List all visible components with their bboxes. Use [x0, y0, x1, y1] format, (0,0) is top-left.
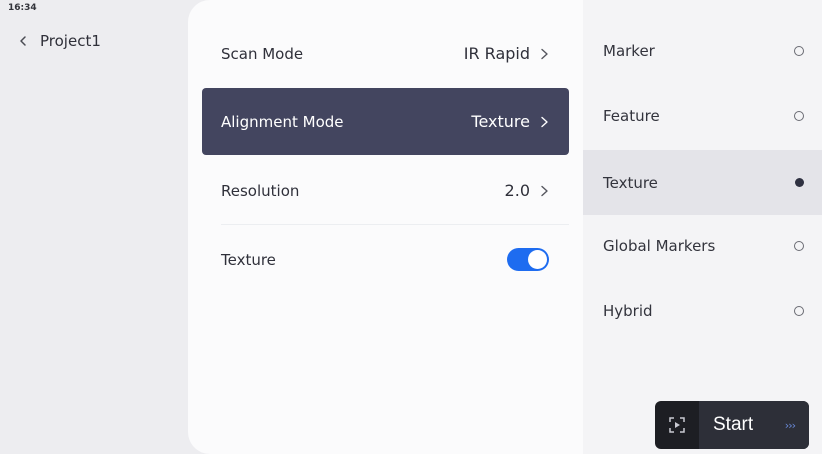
radio-unselected-icon	[794, 305, 804, 316]
scan-frame-icon	[669, 417, 685, 433]
option-feature[interactable]: Feature	[583, 83, 822, 148]
option-label: Hybrid	[603, 301, 653, 320]
chevron-left-icon	[20, 36, 26, 46]
resolution-label: Resolution	[221, 181, 300, 200]
start-label: Start	[713, 414, 754, 435]
option-label: Marker	[603, 41, 655, 60]
resolution-row[interactable]: Resolution 2.0	[202, 157, 569, 224]
divider	[221, 224, 569, 225]
chevron-right-icon	[541, 48, 548, 59]
scan-preview-button[interactable]	[655, 401, 699, 449]
scan-mode-label: Scan Mode	[221, 44, 304, 63]
chevron-right-icon	[541, 185, 548, 196]
alignment-options-list: Marker Feature Texture Global Markers Hy…	[583, 0, 822, 454]
toggle-knob	[528, 250, 547, 269]
option-hybrid[interactable]: Hybrid	[583, 278, 822, 343]
alignment-mode-label: Alignment Mode	[221, 112, 344, 131]
radio-unselected-icon	[794, 110, 804, 121]
scan-mode-row[interactable]: Scan Mode IR Rapid	[202, 20, 569, 87]
texture-row: Texture	[202, 226, 569, 293]
start-bar: Start ›››	[655, 401, 809, 449]
texture-toggle[interactable]	[507, 248, 549, 271]
alignment-mode-row[interactable]: Alignment Mode Texture	[202, 88, 569, 155]
alignment-mode-value: Texture	[471, 112, 530, 131]
option-label: Feature	[603, 106, 660, 125]
chevron-right-icon	[541, 116, 548, 127]
radio-unselected-icon	[794, 45, 804, 56]
start-button[interactable]: Start ›››	[699, 401, 809, 449]
scan-mode-value: IR Rapid	[463, 44, 530, 63]
project-title: Project1	[40, 32, 101, 50]
option-marker[interactable]: Marker	[583, 18, 822, 83]
radio-unselected-icon	[794, 240, 804, 251]
settings-panel: Scan Mode IR Rapid Alignment Mode Textur…	[188, 0, 583, 454]
option-label: Texture	[603, 173, 658, 192]
texture-label: Texture	[221, 250, 276, 269]
status-time: 16:34	[8, 3, 37, 13]
option-global-markers[interactable]: Global Markers	[583, 213, 822, 278]
back-button[interactable]: Project1	[16, 32, 101, 50]
option-label: Global Markers	[603, 236, 716, 255]
option-texture[interactable]: Texture	[583, 150, 822, 215]
forward-arrows-icon: ›››	[784, 418, 796, 432]
resolution-value: 2.0	[504, 181, 530, 200]
radio-selected-icon	[795, 178, 804, 187]
